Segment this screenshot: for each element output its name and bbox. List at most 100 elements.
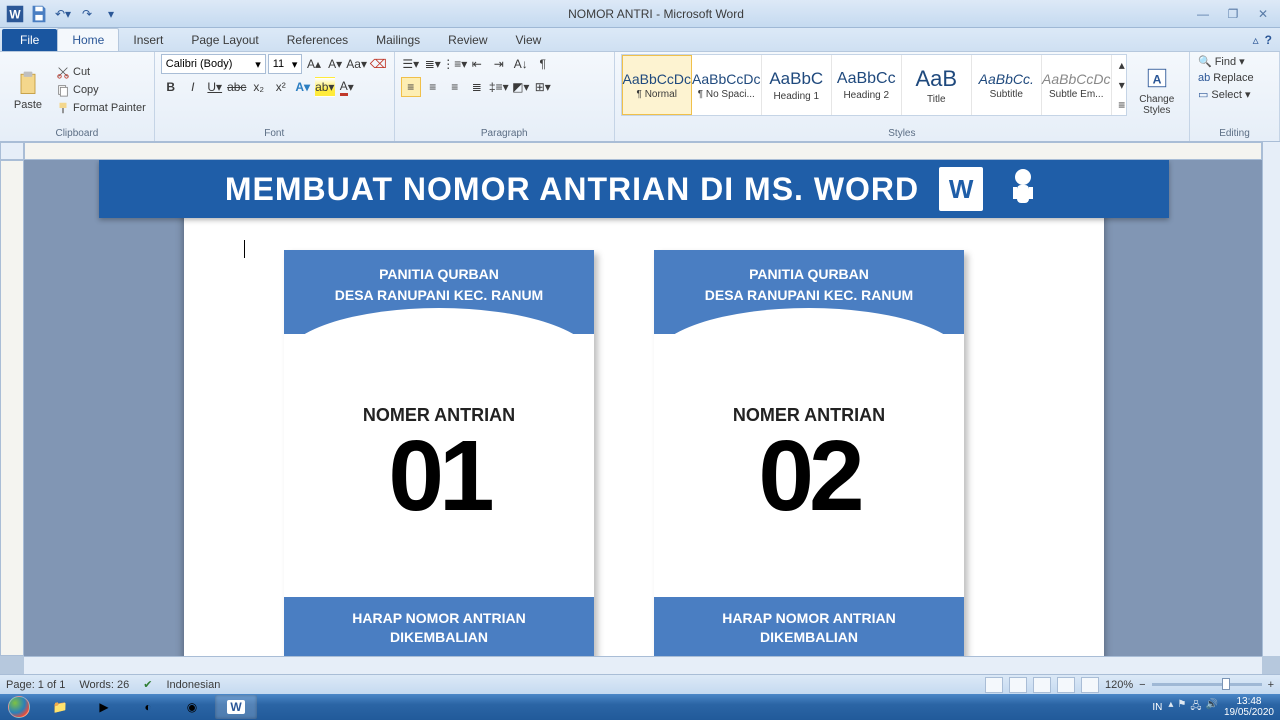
tray-icons[interactable]: ▴⚑🖧🔊 <box>1168 699 1218 716</box>
justify-icon[interactable]: ≣ <box>467 77 487 97</box>
styles-gallery[interactable]: AaBbCcDc¶ Normal AaBbCcDc¶ No Spaci... A… <box>621 54 1127 116</box>
styles-down-icon[interactable]: ▾ <box>1112 75 1132 95</box>
undo-icon[interactable]: ↶▾ <box>52 4 74 24</box>
grow-font-icon[interactable]: A▴ <box>304 54 323 74</box>
web-layout-view-icon[interactable] <box>1033 677 1051 693</box>
qat-more-icon[interactable]: ▾ <box>100 4 122 24</box>
print-layout-view-icon[interactable] <box>985 677 1003 693</box>
cut-button[interactable]: Cut <box>54 64 148 80</box>
styles-up-icon[interactable]: ▴ <box>1112 55 1132 75</box>
style-no-spacing[interactable]: AaBbCcDc¶ No Spaci... <box>692 55 762 115</box>
tab-mailings[interactable]: Mailings <box>362 29 434 51</box>
word-icon[interactable]: W <box>4 4 26 24</box>
horizontal-scrollbar[interactable] <box>24 656 1262 674</box>
network-icon[interactable]: 🖧 <box>1190 699 1201 716</box>
sort-icon[interactable]: A↓ <box>511 54 531 74</box>
canvas[interactable]: PANITIA QURBANDESA RANUPANI KEC. RANUM N… <box>24 160 1262 656</box>
tab-page-layout[interactable]: Page Layout <box>177 29 272 51</box>
help-icon[interactable]: ? <box>1265 33 1272 47</box>
action-center-icon[interactable]: ⚑ <box>1177 699 1186 716</box>
status-page[interactable]: Page: 1 of 1 <box>6 679 65 691</box>
zoom-out-icon[interactable]: − <box>1139 679 1145 691</box>
explorer-task-icon[interactable]: 📁 <box>39 695 81 719</box>
tab-insert[interactable]: Insert <box>119 29 177 51</box>
fullscreen-view-icon[interactable] <box>1009 677 1027 693</box>
tab-home[interactable]: Home <box>57 28 119 51</box>
tab-references[interactable]: References <box>273 29 362 51</box>
tray-lang[interactable]: IN <box>1152 702 1162 713</box>
horizontal-ruler[interactable] <box>24 142 1262 160</box>
italic-button[interactable]: I <box>183 77 203 97</box>
draft-view-icon[interactable] <box>1081 677 1099 693</box>
ruler-corner[interactable] <box>0 142 24 160</box>
increase-indent-icon[interactable]: ⇥ <box>489 54 509 74</box>
zoom-level[interactable]: 120% <box>1105 679 1133 691</box>
minimize-button[interactable]: — <box>1190 5 1216 23</box>
status-language[interactable]: Indonesian <box>166 679 220 691</box>
highlight-icon[interactable]: ab▾ <box>315 77 335 97</box>
status-proof-icon[interactable]: ✔ <box>143 678 152 691</box>
clear-format-icon[interactable]: ⌫ <box>369 54 388 74</box>
save-icon[interactable] <box>28 4 50 24</box>
replace-button[interactable]: abReplace <box>1196 71 1273 85</box>
style-subtle-em[interactable]: AaBbCcDcSubtle Em... <box>1042 55 1112 115</box>
align-left-icon[interactable]: ≡ <box>401 77 421 97</box>
change-styles-button[interactable]: A Change Styles <box>1131 54 1183 126</box>
select-button[interactable]: ▭Select ▾ <box>1196 87 1273 102</box>
page[interactable]: PANITIA QURBANDESA RANUPANI KEC. RANUM N… <box>184 210 1104 656</box>
paste-button[interactable]: Paste <box>6 54 50 126</box>
format-painter-button[interactable]: Format Painter <box>54 100 148 116</box>
status-words[interactable]: Words: 26 <box>79 679 129 691</box>
align-right-icon[interactable]: ≡ <box>445 77 465 97</box>
clock[interactable]: 13:4819/05/2020 <box>1224 696 1274 718</box>
font-name-combo[interactable]: Calibri (Body)▾ <box>161 54 266 74</box>
outline-view-icon[interactable] <box>1057 677 1075 693</box>
decrease-indent-icon[interactable]: ⇤ <box>467 54 487 74</box>
zoom-in-icon[interactable]: + <box>1268 679 1274 691</box>
font-size-combo[interactable]: 11▾ <box>268 54 303 74</box>
subscript-button[interactable]: x₂ <box>249 77 269 97</box>
text-effects-icon[interactable]: A▾ <box>293 77 313 97</box>
tab-view[interactable]: View <box>502 29 556 51</box>
superscript-button[interactable]: x² <box>271 77 291 97</box>
borders-icon[interactable]: ⊞▾ <box>533 77 553 97</box>
bold-button[interactable]: B <box>161 77 181 97</box>
strike-button[interactable]: abc <box>227 77 247 97</box>
style-heading2[interactable]: AaBbCcHeading 2 <box>832 55 902 115</box>
line-spacing-icon[interactable]: ‡≡▾ <box>489 77 509 97</box>
shading-icon[interactable]: ◩▾ <box>511 77 531 97</box>
style-title[interactable]: AaBTitle <box>902 55 972 115</box>
underline-button[interactable]: U▾ <box>205 77 225 97</box>
numbering-icon[interactable]: ≣▾ <box>423 54 443 74</box>
tab-file[interactable]: File <box>2 29 57 51</box>
volume-icon[interactable]: 🔊 <box>1205 699 1217 716</box>
tab-review[interactable]: Review <box>434 29 501 51</box>
minimize-ribbon-icon[interactable]: ▵ <box>1253 33 1259 47</box>
app-task-icon[interactable]: ◐ <box>127 695 169 719</box>
restore-button[interactable]: ❐ <box>1220 5 1246 23</box>
flag-icon[interactable]: ▴ <box>1168 699 1173 716</box>
multilevel-icon[interactable]: ⋮≡▾ <box>445 54 465 74</box>
change-case-icon[interactable]: Aa▾ <box>347 54 367 74</box>
word-task-icon[interactable]: W <box>215 695 257 719</box>
font-color-icon[interactable]: A▾ <box>337 77 357 97</box>
bullets-icon[interactable]: ☰▾ <box>401 54 421 74</box>
show-marks-icon[interactable]: ¶ <box>533 54 553 74</box>
style-normal[interactable]: AaBbCcDc¶ Normal <box>622 55 692 115</box>
zoom-slider[interactable] <box>1152 683 1262 686</box>
close-button[interactable]: ✕ <box>1250 5 1276 23</box>
vertical-ruler[interactable] <box>0 160 24 656</box>
media-task-icon[interactable]: ▶ <box>83 695 125 719</box>
start-button[interactable] <box>0 694 38 720</box>
ticket-card-2[interactable]: PANITIA QURBANDESA RANUPANI KEC. RANUM N… <box>654 250 964 656</box>
style-heading1[interactable]: AaBbCHeading 1 <box>762 55 832 115</box>
styles-more-icon[interactable]: ≡ <box>1112 95 1132 115</box>
style-subtitle[interactable]: AaBbCc.Subtitle <box>972 55 1042 115</box>
find-button[interactable]: 🔍Find ▾ <box>1196 54 1273 69</box>
align-center-icon[interactable]: ≡ <box>423 77 443 97</box>
shrink-font-icon[interactable]: A▾ <box>326 54 345 74</box>
redo-icon[interactable]: ↷ <box>76 4 98 24</box>
vertical-scrollbar[interactable] <box>1262 142 1280 656</box>
copy-button[interactable]: Copy <box>54 82 148 98</box>
chrome-task-icon[interactable]: ◉ <box>171 695 213 719</box>
